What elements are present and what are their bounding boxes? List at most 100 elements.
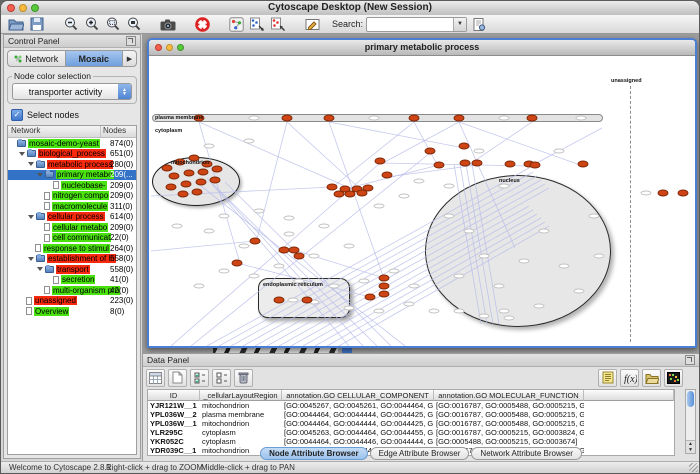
tree-row[interactable]: cell communicat22(0) [8,233,136,244]
network-view-window[interactable]: primary metabolic process plasma membran… [147,38,697,348]
expander-icon[interactable] [28,215,34,219]
graph-node[interactable] [327,184,338,191]
table-column-header[interactable]: ID [148,390,200,401]
graph-node[interactable] [527,115,538,122]
tree-row[interactable]: metabolic process280(0) [8,159,136,170]
tab-mosaic[interactable]: Mosaic [65,51,123,66]
tree-row[interactable]: nucleobase-209(0) [8,180,136,191]
color-attribute-select[interactable]: transporter activity ▲▼ [12,83,132,100]
graph-node[interactable] [184,170,195,177]
attribute-list-icon[interactable] [598,369,617,387]
expander-icon[interactable] [28,162,34,166]
tab-node-attribute-browser[interactable]: Node Attribute Browser [260,447,368,460]
zoom-out-icon[interactable] [62,16,80,32]
table-row[interactable]: YPL036W__2plasma membrane[GO:0044464, GO… [148,410,674,419]
tree-row[interactable]: multi-organism pro42(0) [8,285,136,296]
graph-node[interactable] [578,161,589,168]
import-attributes-icon[interactable] [642,369,661,387]
graph-node[interactable] [530,162,541,169]
graph-node[interactable] [434,162,445,169]
expander-icon[interactable] [19,152,25,156]
annotation-icon[interactable] [303,16,321,32]
select-attributes-icon[interactable] [146,369,165,387]
tree-row[interactable]: Overview8(0) [8,306,136,317]
tree-row[interactable]: macromolecule311(0) [8,201,136,212]
save-session-icon[interactable] [28,16,46,32]
table-column-header[interactable]: _cellularLayoutRegion [200,390,282,401]
graph-node[interactable] [345,191,356,198]
network-canvas[interactable]: plasma membrane cytoplasm mitochondrion … [149,56,695,347]
tab-network[interactable]: Network [8,51,65,66]
graph-node[interactable] [274,297,285,304]
graph-node[interactable] [169,173,180,180]
expander-icon[interactable] [37,267,43,271]
graph-node[interactable] [181,181,192,188]
select-nodes-checkbox[interactable]: ✓ [11,109,23,121]
graph-node[interactable] [678,190,689,197]
tree-row[interactable]: mosaic-demo-yeast874(0) [8,138,136,149]
graph-node[interactable] [198,169,209,176]
function-builder-icon[interactable]: f(x) [620,369,639,387]
snapshot-camera-icon[interactable] [159,16,177,32]
more-tabs-button[interactable]: ▶ [122,51,136,66]
graph-node[interactable] [459,143,470,150]
graph-node[interactable] [192,189,203,196]
search-dropdown-icon[interactable]: ▼ [453,18,466,31]
graph-node[interactable] [505,161,516,168]
create-attribute-icon[interactable] [168,369,187,387]
zoom-fit-icon[interactable] [125,16,143,32]
search-input[interactable] [367,19,453,30]
table-row[interactable]: YLR295Ccytoplasm[GO:0045263, GO:0044464,… [148,428,674,437]
unselect-all-attributes-icon[interactable] [212,369,231,387]
tree-row[interactable]: unassigned223(0) [8,296,136,307]
export-network-icon[interactable] [269,16,287,32]
zoom-in-icon[interactable] [83,16,101,32]
vizmapper-icon[interactable] [227,16,245,32]
graph-node[interactable] [282,115,293,122]
tree-row[interactable]: transport558(0) [8,264,136,275]
graph-node[interactable] [250,238,261,245]
graph-node[interactable] [375,158,386,165]
graph-node[interactable] [334,191,345,198]
search-options-icon[interactable] [470,16,488,32]
graph-node[interactable] [294,253,305,260]
graph-node[interactable] [178,191,189,198]
delete-attribute-icon[interactable] [234,369,253,387]
graph-node[interactable] [379,283,390,290]
tab-edge-attribute-browser[interactable]: Edge Attribute Browser [370,447,470,460]
tree-row[interactable]: cellular metabo209(0) [8,222,136,233]
graph-node[interactable] [472,160,483,167]
open-session-icon[interactable] [7,16,25,32]
resize-grip[interactable] [689,463,698,472]
graph-node[interactable] [409,115,420,122]
graph-node[interactable] [365,294,376,301]
expander-icon[interactable] [37,173,43,177]
graph-node[interactable] [324,115,335,122]
graph-node[interactable] [379,275,390,282]
graph-node[interactable] [232,260,243,267]
graph-node[interactable] [425,148,436,155]
float-panel-icon[interactable] [126,36,136,46]
tree-row[interactable]: response to stimul264(0) [8,243,136,254]
graph-node[interactable] [166,184,177,191]
tree-column-network[interactable]: Network [8,126,101,137]
graph-node[interactable] [658,190,669,197]
tree-row[interactable]: primary metabo209(... [8,170,136,181]
graph-node[interactable] [460,160,471,167]
tree-row[interactable]: secretion41(0) [8,275,136,286]
graph-node[interactable] [210,177,221,184]
table-row[interactable]: YJR121W__1mitochondrion[GO:0045267, GO:0… [148,401,674,410]
table-row[interactable]: YPL036W__1mitochondrion[GO:0044464, GO:0… [148,419,674,428]
graph-node[interactable] [302,297,313,304]
graph-node[interactable] [382,172,393,179]
graph-node[interactable] [363,185,374,192]
zoom-selected-region-icon[interactable] [104,16,122,32]
graph-node[interactable] [379,291,390,298]
tree-row[interactable]: biological_process651(0) [8,149,136,160]
tree-row[interactable]: nitrogen compo209(0) [8,191,136,202]
tab-network-attribute-browser[interactable]: Network Attribute Browser [471,447,581,460]
tree-column-nodes[interactable]: Nodes [101,126,136,137]
scrollbar-thumb[interactable] [687,391,694,407]
tree-row[interactable]: cellular process614(0) [8,212,136,223]
matrix-icon[interactable] [664,369,683,387]
